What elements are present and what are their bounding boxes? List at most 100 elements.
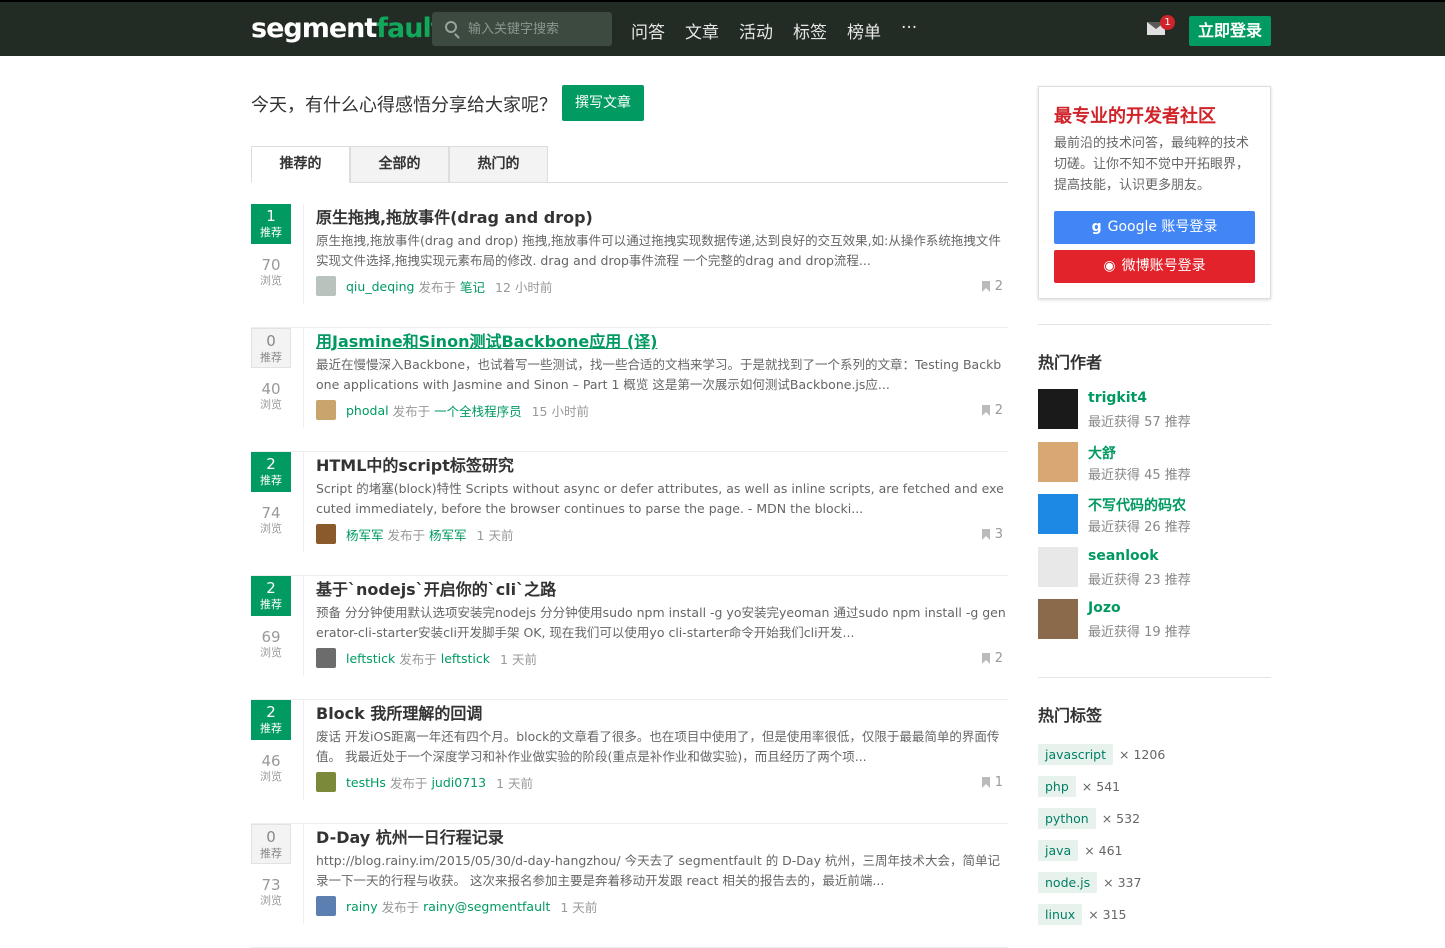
tab-all[interactable]: 全部的: [350, 146, 449, 183]
tag-link[interactable]: node.js: [1038, 871, 1098, 893]
post-author[interactable]: qiu_deqing: [346, 279, 414, 294]
nav-rankings[interactable]: 榜单: [847, 18, 881, 43]
post-column[interactable]: 杨军军: [429, 525, 467, 544]
google-login-button[interactable]: g Google 账号登录: [1054, 211, 1255, 244]
hot-author-item[interactable]: Jozo 最近获得 19 推荐: [1038, 599, 1271, 641]
hot-author-item[interactable]: seanlook 最近获得 23 推荐: [1038, 547, 1271, 589]
nav-qa[interactable]: 问答: [631, 18, 665, 43]
bookmark-count[interactable]: 2: [981, 403, 1003, 418]
post-author[interactable]: rainy: [346, 899, 378, 914]
avatar[interactable]: [316, 648, 336, 668]
tab-hot[interactable]: 热门的: [449, 146, 548, 183]
nav-articles[interactable]: 文章: [685, 18, 719, 43]
divider: [303, 576, 304, 676]
post-author[interactable]: leftstick: [346, 651, 395, 666]
hot-tag-item: node.js × 337: [1038, 870, 1141, 894]
post-time: 1 天前: [500, 651, 537, 667]
tag-count: × 315: [1088, 906, 1127, 922]
login-button[interactable]: 立即登录: [1189, 16, 1271, 46]
view-count: 46 浏览: [260, 752, 282, 783]
avatar[interactable]: [316, 276, 336, 296]
author-name[interactable]: 大舒: [1088, 443, 1116, 463]
view-count: 40 浏览: [260, 380, 282, 411]
post-column[interactable]: leftstick: [441, 651, 490, 666]
avatar[interactable]: [316, 400, 336, 420]
post-author[interactable]: testHs: [346, 775, 386, 790]
post-column[interactable]: judi0713: [431, 775, 486, 790]
vote-count: 2 推荐: [251, 700, 291, 740]
post-meta: leftstick 发布于 leftstick 1 天前: [316, 648, 537, 668]
weibo-icon: ◉: [1103, 258, 1116, 274]
post-excerpt: Script 的堵塞(block)特性 Scripts without asyn…: [316, 481, 1004, 516]
post-title[interactable]: HTML中的script标签研究: [316, 452, 514, 476]
avatar[interactable]: [316, 896, 336, 916]
tag-link[interactable]: java: [1038, 839, 1079, 861]
hot-tag-item: python × 532: [1038, 806, 1140, 830]
bookmark-count[interactable]: 1: [981, 775, 1003, 790]
author-recent-votes: 最近获得 57 推荐: [1088, 415, 1191, 430]
post-column[interactable]: 一个全栈程序员: [434, 401, 522, 420]
author-recent-votes: 最近获得 23 推荐: [1088, 573, 1191, 588]
hot-tag-item: php × 541: [1038, 774, 1120, 798]
bookmark-icon: [981, 653, 990, 664]
post-author[interactable]: 杨军军: [346, 525, 384, 544]
post-author[interactable]: phodal: [346, 403, 389, 418]
avatar[interactable]: [316, 772, 336, 792]
search-box[interactable]: [432, 12, 612, 46]
nav-events[interactable]: 活动: [739, 18, 773, 43]
hot-tag-item: linux × 315: [1038, 902, 1127, 926]
post-time: 12 小时前: [495, 279, 553, 295]
bookmark-count[interactable]: 2: [981, 651, 1003, 666]
post-title[interactable]: 基于`nodejs`开启你的`cli`之路: [316, 576, 556, 600]
vote-count: 0 推荐: [251, 328, 291, 368]
tag-link[interactable]: php: [1038, 775, 1076, 797]
post-column[interactable]: 笔记: [460, 277, 485, 296]
post-time: 1 天前: [560, 899, 598, 915]
view-count: 74 浏览: [260, 504, 282, 535]
post-time: 1 天前: [496, 775, 533, 791]
post-title[interactable]: 用Jasmine和Sinon测试Backbone应用 (译): [316, 328, 657, 352]
nav-more[interactable]: ···: [901, 18, 917, 43]
tag-link[interactable]: javascript: [1038, 743, 1114, 765]
bookmark-count[interactable]: 2: [981, 279, 1003, 294]
author-recent-votes: 最近获得 45 推荐: [1088, 468, 1191, 483]
search-input[interactable]: [468, 19, 608, 39]
divider: [303, 700, 304, 800]
bookmark-count[interactable]: 3: [981, 527, 1003, 542]
post-title[interactable]: D-Day 杭州一日行程记录: [316, 824, 504, 848]
weibo-login-button[interactable]: ◉ 微博账号登录: [1054, 250, 1255, 283]
tab-recommended[interactable]: 推荐的: [251, 146, 350, 183]
published-in-label: 发布于: [389, 775, 428, 791]
divider: [303, 824, 304, 924]
author-name[interactable]: 不写代码的码农: [1088, 495, 1186, 515]
author-name[interactable]: Jozo: [1088, 600, 1121, 616]
write-article-button[interactable]: 撰写文章: [562, 85, 644, 121]
author-name[interactable]: trigkit4: [1088, 390, 1147, 406]
tag-count: × 532: [1101, 810, 1141, 826]
site-logo[interactable]: segmentfault: [251, 13, 444, 44]
tag-link[interactable]: linux: [1038, 903, 1083, 925]
post-excerpt: 最近在慢慢深入Backbone，也试着写一些测试，找一些合适的文档来学习。于是就…: [316, 357, 1002, 392]
divider: [303, 204, 304, 304]
avatar[interactable]: [1038, 599, 1078, 639]
nav-tags[interactable]: 标签: [793, 18, 827, 43]
avatar[interactable]: [1038, 389, 1078, 429]
post-meta: rainy 发布于 rainy@segmentfault 1 天前: [316, 896, 597, 916]
post-item: 0 推荐 40 浏览 用Jasmine和Sinon测试Backbone应用 (译) 最近在…: [251, 328, 1008, 452]
hot-author-item[interactable]: 不写代码的码农 最近获得 26 推荐: [1038, 494, 1271, 536]
divider: [1038, 677, 1271, 678]
author-name[interactable]: seanlook: [1088, 548, 1159, 564]
post-meta: qiu_deqing 发布于 笔记 12 小时前: [316, 276, 552, 296]
view-count: 69 浏览: [260, 628, 282, 659]
hot-author-item[interactable]: 大舒最近获得 45 推荐: [1038, 442, 1271, 484]
avatar[interactable]: [1038, 442, 1078, 482]
tag-link[interactable]: python: [1038, 807, 1096, 829]
avatar[interactable]: [1038, 494, 1078, 534]
post-meta: 杨军军 发布于 杨军军 1 天前: [316, 524, 513, 544]
avatar[interactable]: [316, 524, 336, 544]
post-column[interactable]: rainy@segmentfault: [423, 899, 550, 914]
post-title[interactable]: Block 我所理解的回调: [316, 700, 482, 724]
post-title[interactable]: 原生拖拽,拖放事件(drag and drop): [316, 204, 593, 228]
hot-author-item[interactable]: trigkit4 最近获得 57 推荐: [1038, 389, 1271, 431]
avatar[interactable]: [1038, 547, 1078, 587]
